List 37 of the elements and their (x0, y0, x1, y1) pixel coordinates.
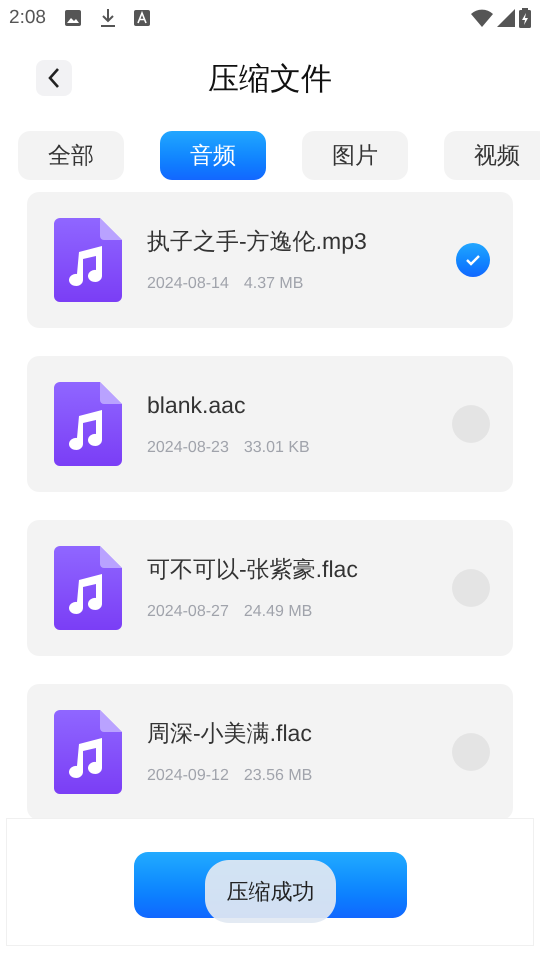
file-name: 执子之手-方逸伦.mp3 (147, 226, 368, 256)
toast: 压缩成功 (205, 860, 336, 923)
file-card[interactable]: 周深-小美满.flac 2024-09-12 23.56 MB (27, 684, 513, 818)
font-icon (134, 10, 150, 26)
category-tab[interactable]: 全部 (18, 131, 124, 180)
file-card[interactable]: 执子之手-方逸伦.mp3 2024-08-14 4.37 MB (27, 192, 513, 328)
category-tab[interactable]: 图片 (302, 131, 408, 180)
status-time: 2:08 (9, 6, 46, 30)
selected-checkbox[interactable] (456, 243, 490, 277)
signal-icon (497, 9, 515, 27)
music-file-icon (54, 546, 122, 630)
file-size: 4.37 MB (244, 274, 304, 294)
file-name: 可不可以-张紫豪.flac (147, 554, 359, 584)
file-date: 2024-08-23 (147, 438, 229, 458)
image-icon (64, 9, 82, 27)
music-file-icon (54, 710, 122, 794)
file-date: 2024-09-12 (147, 766, 229, 786)
file-card[interactable]: 可不可以-张紫豪.flac 2024-08-27 24.49 MB (27, 520, 513, 656)
file-date: 2024-08-27 (147, 602, 229, 622)
category-tab[interactable]: 视频 (444, 131, 540, 180)
wifi-icon (471, 9, 493, 27)
category-tab[interactable]: 音频 (160, 131, 266, 180)
file-size: 24.49 MB (244, 602, 312, 622)
back-button[interactable] (36, 60, 72, 96)
download-icon (100, 8, 116, 28)
file-name: 周深-小美满.flac (147, 718, 313, 748)
file-size: 23.56 MB (244, 766, 312, 786)
file-name: blank.aac (147, 390, 246, 420)
back-icon (47, 67, 61, 89)
check-icon (465, 254, 481, 266)
music-file-icon (54, 218, 122, 302)
page-title: 压缩文件 (208, 60, 332, 98)
file-card[interactable]: blank.aac 2024-08-23 33.01 KB (27, 356, 513, 492)
battery-icon (519, 8, 531, 28)
file-date: 2024-08-14 (147, 274, 229, 294)
music-file-icon (54, 382, 122, 466)
file-size: 33.01 KB (244, 438, 310, 458)
